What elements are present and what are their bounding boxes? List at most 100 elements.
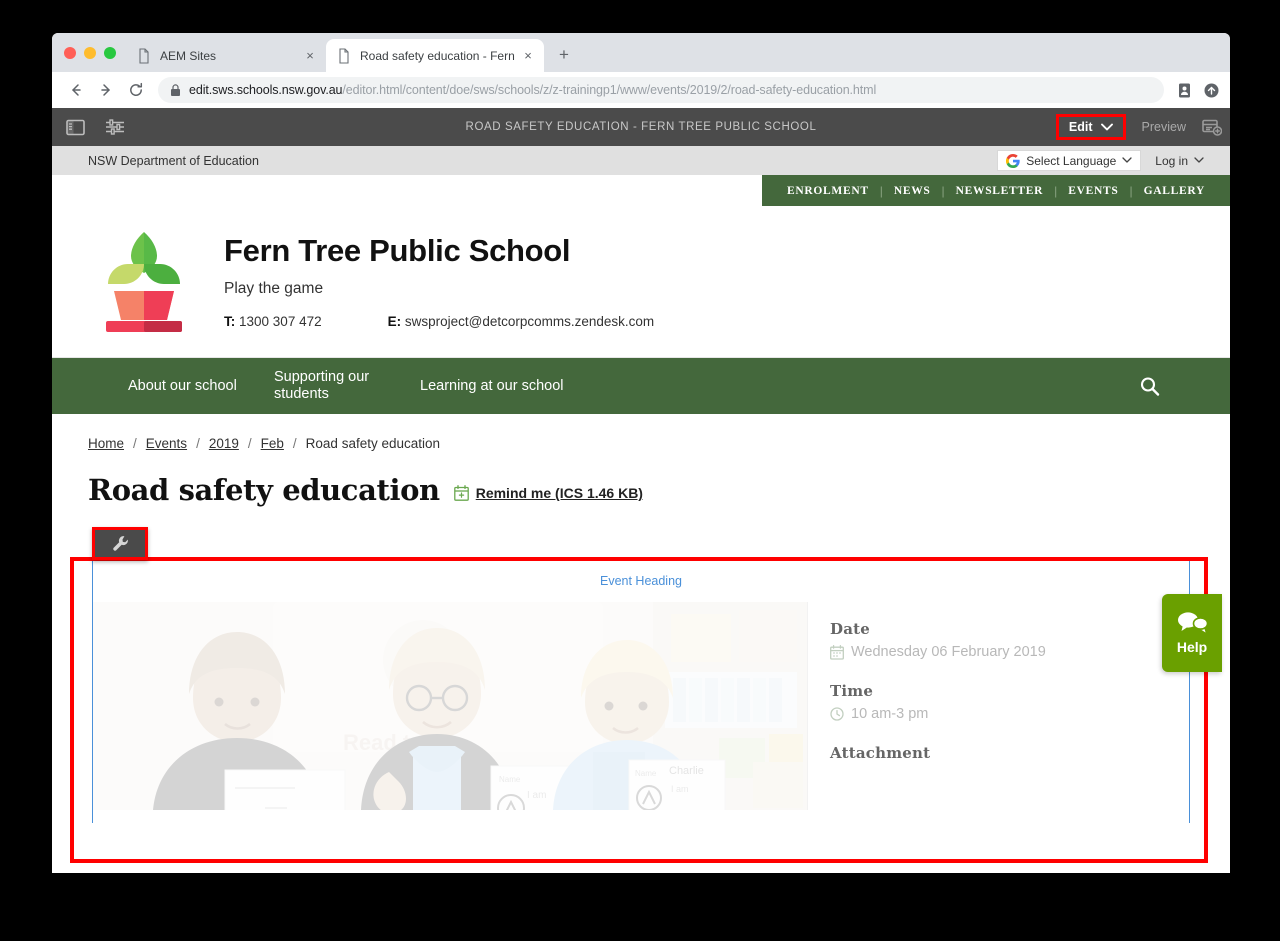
aem-toolbar-right: Edit Preview [1055,114,1222,140]
event-component[interactable]: Event Heading Read to [88,523,1194,823]
breadcrumb: Home / Events / 2019 / Feb / Road safety… [52,414,1230,451]
url-path: /editor.html/content/doe/sws/schools/z/z… [342,83,877,97]
utility-nav-item-news[interactable]: NEWS [883,185,942,197]
new-tab-button[interactable]: + [550,41,578,69]
event-detail-value: 10 am-3 pm [851,706,929,722]
edit-mode-selector[interactable]: Edit [1055,114,1126,140]
chevron-down-icon [1100,123,1113,131]
close-window-button[interactable] [64,46,76,59]
preview-button[interactable]: Preview [1130,120,1198,134]
browser-tab-road-safety-education[interactable]: Road safety education - Fern T × [326,39,544,72]
login-label: Log in [1155,153,1188,168]
breadcrumb-item-events[interactable]: Events [146,436,187,451]
browser-tab-strip: AEM Sites × Road safety education - Fern… [52,33,1230,72]
help-widget-label: Help [1176,639,1208,655]
breadcrumb-item-current: Road safety education [305,436,441,451]
event-heading-placeholder[interactable]: Event Heading [93,561,1189,602]
aem-toolbar-left [66,118,126,136]
sliders-icon[interactable] [105,118,126,136]
event-detail-value-row: Wednesday 06 February 2019 [830,644,1189,660]
utility-nav-item-newsletter[interactable]: NEWSLETTER [945,185,1055,197]
url-origin: edit.sws.schools.nsw.gov.au [189,83,343,97]
remind-me-link[interactable]: Remind me (ICS 1.46 KB) [453,485,643,501]
language-selector[interactable]: Select Language [997,150,1142,171]
breadcrumb-separator: / [292,436,297,451]
utility-nav-row: ENROLMENT | NEWS | NEWSLETTER | EVENTS |… [52,175,1230,206]
school-phone: T: 1300 307 472 [224,314,322,329]
breadcrumb-separator: / [247,436,252,451]
phone-value: 1300 307 472 [239,314,322,330]
event-detail-value: Wednesday 06 February 2019 [851,644,1046,660]
clock-icon [830,707,844,721]
tab-title: Road safety education - Fern T [360,48,516,63]
calendar-icon [453,485,469,501]
page-icon [136,47,152,64]
utility-nav-item-gallery[interactable]: GALLERY [1133,185,1216,197]
event-detail-time: Time 10 am-3 pm [830,682,1189,722]
utility-nav-item-events[interactable]: EVENTS [1057,185,1129,197]
lock-icon [170,83,181,97]
wrench-icon[interactable] [92,527,148,560]
event-detail-label: Attachment [830,744,931,762]
department-name: NSW Department of Education [88,153,259,168]
department-bar-actions: Select Language Log in [997,150,1230,171]
language-selector-label: Select Language [1026,153,1117,168]
school-text-block: Fern Tree Public School Play the game T:… [224,228,654,329]
event-body: Read to [93,602,1189,810]
chevron-down-icon [1122,157,1132,164]
event-detail-label: Date [830,620,870,638]
breadcrumb-item-home[interactable]: Home [88,436,124,451]
department-bar: NSW Department of Education Select Langu… [52,146,1230,175]
minimize-window-button[interactable] [84,46,96,59]
event-detail-value-row: 10 am-3 pm [830,706,1189,722]
breadcrumb-item-feb[interactable]: Feb [261,436,284,451]
breadcrumb-item-2019[interactable]: 2019 [209,436,239,451]
main-nav-item-about-our-school[interactable]: About our school [128,378,274,395]
page-title: Road safety education [88,473,440,507]
forward-arrow-icon[interactable] [92,76,120,104]
browser-window: AEM Sites × Road safety education - Fern… [52,33,1230,873]
potted-plant-logo [96,228,192,334]
browser-tab-aem-sites[interactable]: AEM Sites × [126,39,326,72]
add-page-icon[interactable] [1202,118,1222,136]
login-menu[interactable]: Log in [1155,154,1204,168]
school-contact: T: 1300 307 472 E: swsproject@detcorpcom… [224,314,654,329]
utility-nav-item-enrolment[interactable]: ENROLMENT [776,185,880,197]
sidepanel-icon[interactable] [66,119,85,136]
edit-mode-label: Edit [1068,120,1093,134]
search-icon[interactable] [1139,376,1160,397]
event-detail-attachment: Attachment [830,744,1189,762]
address-bar[interactable]: edit.sws.schools.nsw.gov.au/editor.html/… [158,77,1164,103]
remind-me-label: Remind me (ICS 1.46 KB) [475,485,643,501]
help-widget[interactable]: Help [1162,594,1222,672]
email-value: swsproject@detcorpcomms.zendesk.com [404,314,655,330]
omnibox-actions [1172,82,1220,99]
event-image: Read to [93,602,807,810]
school-tagline: Play the game [224,280,324,298]
aem-editor-toolbar: ROAD SAFETY EDUCATION - FERN TREE PUBLIC… [52,108,1230,146]
browser-toolbar: edit.sws.schools.nsw.gov.au/editor.html/… [52,72,1230,108]
site-content: NSW Department of Education Select Langu… [52,146,1230,823]
page-title-row: Road safety education Remind me (ICS 1.4… [52,451,1230,507]
school-email: E: swsproject@detcorpcomms.zendesk.com [388,314,655,329]
address-bar-url: edit.sws.schools.nsw.gov.au/editor.html/… [189,83,876,97]
chat-bubbles-icon [1175,611,1209,635]
main-nav-item-supporting-our-students[interactable]: Supporting our students [274,369,420,402]
utility-nav: ENROLMENT | NEWS | NEWSLETTER | EVENTS |… [762,175,1230,206]
main-nav-item-learning-at-our-school[interactable]: Learning at our school [420,378,566,395]
maximize-window-button[interactable] [104,46,116,59]
aem-page-title: ROAD SAFETY EDUCATION - FERN TREE PUBLIC… [465,121,817,133]
reload-icon[interactable] [122,76,150,104]
event-detail-date: Date Wednesday 06 February 2019 [830,620,1189,660]
google-icon [1006,153,1020,168]
page-icon [336,47,352,64]
calendar-icon [830,644,844,660]
event-details-panel: Date Wednesday 06 February 2019 Time 10 … [807,602,1189,810]
email-label: E: [387,314,402,330]
profile-card-icon[interactable] [1176,82,1193,99]
install-app-icon[interactable] [1203,82,1220,99]
window-controls [60,33,126,72]
close-icon[interactable]: × [302,48,318,64]
close-icon[interactable]: × [520,48,536,64]
back-arrow-icon[interactable] [62,76,90,104]
